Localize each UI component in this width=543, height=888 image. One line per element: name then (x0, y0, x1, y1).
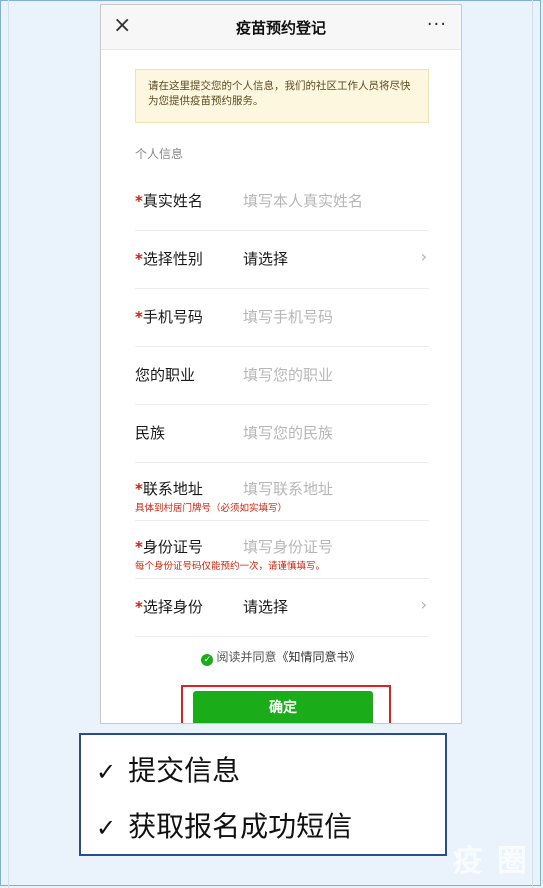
field-label: 民族 (135, 424, 166, 442)
notice-banner: 请在这里提交您的个人信息，我们的社区工作人员将尽快为您提供疫苗预约服务。 (135, 69, 429, 123)
required-mark: * (135, 538, 143, 556)
consent-link[interactable]: 《知情同意书》 (277, 650, 361, 664)
field-address[interactable]: *联系地址 填写联系地址 具体到村居门牌号（必须如实填写） (135, 463, 429, 521)
checkmark-icon[interactable]: ✓ (201, 654, 214, 666)
page-title: 疫苗预约登记 (235, 19, 326, 37)
field-label: *手机号码 (135, 308, 203, 326)
check-icon: ✓ (96, 758, 117, 786)
field-label: *真实姓名 (135, 192, 203, 210)
field-label: 您的职业 (135, 366, 196, 384)
step-submit-info: ✓ 提交信息 (96, 754, 241, 787)
identity-select[interactable]: 请选择 (243, 596, 288, 617)
agreement-row[interactable]: ✓ 阅读并同意《知情同意书》 (101, 648, 461, 666)
field-job[interactable]: 您的职业 填写您的职业 (135, 347, 429, 405)
chevron-right-icon: › (420, 595, 427, 614)
field-ethnicity[interactable]: 民族 填写您的民族 (135, 405, 429, 463)
required-mark: * (135, 480, 143, 498)
section-title-personal-info: 个人信息 (135, 147, 184, 161)
more-options-icon[interactable]: ··· (427, 14, 447, 35)
field-label: *选择性别 (135, 250, 203, 268)
phone-input[interactable]: 填写手机号码 (243, 306, 333, 327)
chevron-right-icon: › (420, 247, 427, 266)
agreement-text: 阅读并同意 (216, 650, 277, 664)
address-input[interactable]: 填写联系地址 (243, 478, 333, 499)
ethnicity-input[interactable]: 填写您的民族 (243, 422, 333, 443)
gender-select[interactable]: 请选择 (243, 248, 288, 269)
field-label: *选择身份 (135, 598, 203, 616)
field-id-number[interactable]: *身份证号 填写身份证号 每个身份证号码仅能预约一次，请谨慎填写。 (135, 521, 429, 579)
watermark: 疫 圈 (452, 844, 529, 879)
field-gender-select[interactable]: *选择性别 请选择 › (135, 231, 429, 289)
confirm-button[interactable]: 确定 (193, 691, 373, 723)
field-label: *联系地址 (135, 480, 203, 498)
field-hint: 每个身份证号码仅能预约一次，请谨慎填写。 (135, 561, 326, 572)
field-hint: 具体到村居门牌号（必须如实填写） (135, 503, 288, 514)
required-mark: * (135, 598, 143, 616)
field-label: *身份证号 (135, 538, 203, 556)
required-mark: * (135, 308, 143, 326)
steps-callout: ✓ 提交信息 ✓ 获取报名成功短信 (79, 733, 447, 856)
step-receive-sms: ✓ 获取报名成功短信 (96, 810, 353, 843)
field-phone[interactable]: *手机号码 填写手机号码 (135, 289, 429, 347)
phone-screen: × 疫苗预约登记 ··· 请在这里提交您的个人信息，我们的社区工作人员将尽快为您… (100, 4, 462, 724)
field-real-name[interactable]: *真实姓名 填写本人真实姓名 (135, 173, 429, 231)
field-identity-select[interactable]: *选择身份 请选择 › (135, 579, 429, 637)
required-mark: * (135, 250, 143, 268)
title-bar: × 疫苗预约登记 ··· (101, 5, 461, 50)
check-icon: ✓ (96, 814, 117, 842)
job-input[interactable]: 填写您的职业 (243, 364, 333, 385)
required-mark: * (135, 192, 143, 210)
id-number-input[interactable]: 填写身份证号 (243, 536, 333, 557)
real-name-input[interactable]: 填写本人真实姓名 (243, 190, 363, 211)
